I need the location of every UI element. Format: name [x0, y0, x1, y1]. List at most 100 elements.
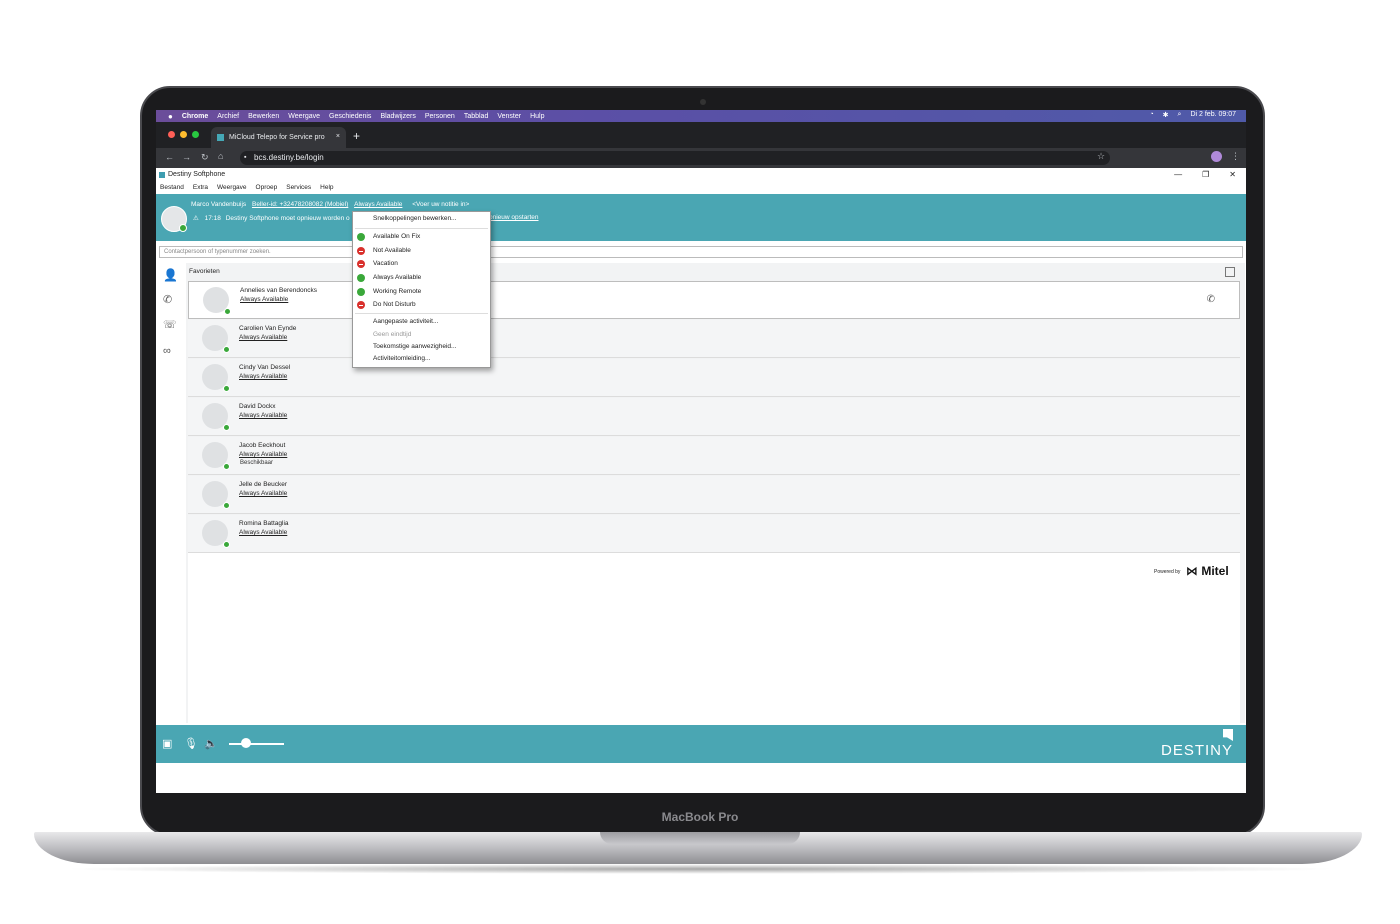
contact-status[interactable]: Always Available — [239, 490, 287, 497]
contact-avatar — [202, 481, 230, 509]
contact-search-input[interactable]: Contactpersoon of typenummer zoeken. — [159, 246, 1243, 258]
future-presence-item[interactable]: Toekomstige aanwezigheid... — [373, 343, 456, 350]
chrome-menu-icon[interactable]: ⋮ — [1231, 151, 1240, 162]
contact-status[interactable]: Always Available — [239, 334, 287, 341]
contact-row[interactable]: Cindy Van Dessel Always Available — [188, 359, 1240, 397]
contact-name: Romina Battaglia — [239, 520, 289, 527]
menu-weergave-app[interactable]: Weergave — [217, 182, 247, 194]
wifi-icon[interactable]: ◔ — [1149, 111, 1153, 119]
contact-status[interactable]: Always Available — [240, 296, 288, 303]
menu-help[interactable]: Help — [320, 182, 333, 194]
contact-row[interactable]: David Dockx Always Available — [188, 398, 1240, 436]
search-icon[interactable]: ⌕ — [1178, 111, 1182, 119]
menu-bestand[interactable]: Bestand — [160, 182, 184, 194]
bookmark-star-icon[interactable]: ☆ — [1097, 151, 1105, 162]
new-tab-button[interactable]: + — [353, 129, 360, 143]
status-item[interactable]: Vacation — [373, 260, 398, 267]
menu-archief[interactable]: Archief — [217, 113, 239, 120]
contact-name: Jacob Eeckhout — [239, 442, 286, 449]
profile-avatar[interactable] — [1211, 151, 1222, 162]
contact-status[interactable]: Always Available — [239, 529, 287, 536]
menu-separator — [355, 228, 488, 229]
reload-icon[interactable]: ↻ — [201, 152, 209, 163]
tab-close-icon[interactable]: × — [336, 133, 340, 140]
apple-icon[interactable]: ● — [168, 112, 173, 121]
no-end-time-item: Geen eindtijd — [373, 331, 412, 338]
browser-tab[interactable]: MiCloud Telepo for Service pro × — [211, 127, 346, 148]
menu-hulp[interactable]: Hulp — [530, 113, 544, 120]
contacts-icon[interactable]: 👤 — [163, 268, 178, 282]
phone-icon[interactable]: ✆ — [163, 293, 177, 307]
status-item[interactable]: Do Not Disturb — [373, 301, 416, 308]
contact-row[interactable]: Carolien Van Eynde Always Available — [188, 320, 1240, 358]
volume-slider-handle[interactable] — [240, 738, 251, 748]
contact-row[interactable]: Jacob Eeckhout Always Available Beschikb… — [188, 437, 1240, 475]
voicemail-icon[interactable]: ∞ — [163, 345, 177, 359]
mitel-logo: ⋈ Mitel — [1186, 564, 1229, 578]
bluetooth-icon[interactable]: ✱ — [1163, 111, 1169, 119]
home-icon[interactable]: ⌂ — [218, 151, 223, 161]
contact-row[interactable]: Jelle de Beucker Always Available — [188, 476, 1240, 514]
status-available-icon — [357, 274, 365, 282]
menu-oproep[interactable]: Oproep — [256, 182, 278, 194]
app-logo-icon — [159, 172, 165, 178]
zoom-window-button[interactable] — [192, 131, 199, 138]
note-input[interactable]: <Voer uw notitie in> — [412, 201, 469, 208]
missed-calls-icon[interactable]: ☏ — [163, 318, 177, 332]
restore-icon[interactable]: ❐ — [1202, 168, 1209, 182]
mitel-text: Mitel — [1201, 564, 1229, 578]
status-item[interactable]: Working Remote — [373, 288, 421, 295]
microphone-icon[interactable]: 🎙 — [184, 737, 198, 750]
status-item[interactable]: Not Available — [373, 247, 411, 254]
contact-status[interactable]: Always Available — [239, 451, 287, 458]
status-item[interactable]: Always Available — [373, 274, 421, 281]
speaker-icon[interactable]: 🔈 — [204, 737, 218, 750]
copy-icon[interactable] — [1225, 267, 1235, 277]
forward-icon[interactable]: → — [182, 152, 191, 162]
menu-weergave[interactable]: Weergave — [288, 113, 320, 120]
close-icon[interactable]: ✕ — [1229, 168, 1236, 182]
activity-redirect-item[interactable]: Activiteitomleiding... — [373, 355, 430, 362]
status-item[interactable]: Available On Fix — [373, 233, 420, 240]
menu-chrome[interactable]: Chrome — [182, 113, 208, 120]
menu-geschiedenis[interactable]: Geschiedenis — [329, 113, 371, 120]
user-status-link[interactable]: Always Available — [354, 201, 402, 208]
user-avatar[interactable] — [161, 206, 187, 232]
back-icon[interactable]: ← — [165, 152, 174, 162]
restart-link[interactable]: pnieuw opstarten — [489, 214, 539, 221]
close-window-button[interactable] — [168, 131, 175, 138]
menu-venster[interactable]: Venster — [497, 113, 521, 120]
call-icon[interactable]: ✆ — [1207, 294, 1215, 305]
presence-dot — [223, 385, 230, 392]
minimize-window-button[interactable] — [180, 131, 187, 138]
camera — [700, 99, 706, 105]
contact-status[interactable]: Always Available — [239, 373, 287, 380]
laptop-shadow — [60, 864, 1340, 874]
volume-slider[interactable] — [229, 743, 284, 745]
contact-row[interactable]: Annelies van Berendoncks Always Availabl… — [188, 281, 1240, 319]
menu-services[interactable]: Services — [286, 182, 311, 194]
contact-name: Jelle de Beucker — [239, 481, 288, 488]
custom-activity-item[interactable]: Aangepaste activiteit... — [373, 318, 438, 325]
menu-extra[interactable]: Extra — [193, 182, 208, 194]
contact-status[interactable]: Always Available — [239, 412, 287, 419]
menu-personen[interactable]: Personen — [425, 113, 455, 120]
contact-row[interactable]: Romina Battaglia Always Available — [188, 515, 1240, 553]
edit-shortcuts-item[interactable]: Snelkoppelingen bewerken... — [373, 215, 456, 222]
caller-id-link[interactable]: Beller-id: +32478208082 (Mobiel) — [252, 201, 348, 208]
destiny-logo: DESTINY — [1161, 742, 1234, 759]
address-bar[interactable]: ▪ bcs.destiny.be/login — [240, 151, 1110, 165]
dialpad-icon[interactable]: ▣ — [162, 737, 172, 750]
menu-bewerken[interactable]: Bewerken — [248, 113, 279, 120]
tab-favicon-icon — [217, 134, 224, 141]
menu-tabblad[interactable]: Tabblad — [464, 113, 489, 120]
destiny-mark-icon — [1223, 729, 1233, 741]
contact-avatar — [202, 442, 230, 470]
contact-name: Cindy Van Dessel — [239, 364, 291, 371]
clock[interactable]: Di 2 feb. 09:07 — [1190, 111, 1236, 119]
user-name: Marco Vandenbuijs — [191, 201, 247, 208]
lock-icon: ▪ — [244, 154, 247, 161]
menu-bladwijzers[interactable]: Bladwijzers — [380, 113, 415, 120]
contact-extra-status: Beschikbaar — [240, 460, 274, 466]
minimize-icon[interactable]: — — [1174, 168, 1182, 182]
